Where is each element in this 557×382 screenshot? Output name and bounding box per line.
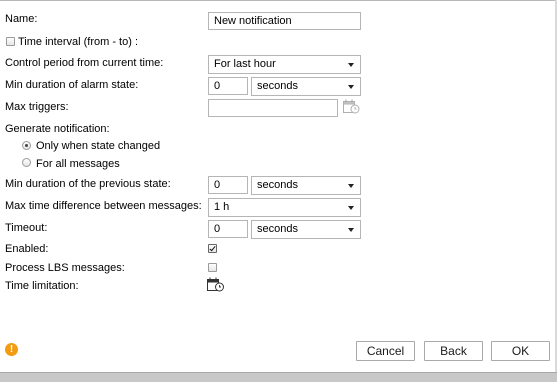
- min-duration-alarm-unit-select[interactable]: seconds: [251, 77, 361, 96]
- max-triggers-input[interactable]: [208, 99, 338, 117]
- max-time-diff-label: Max time difference between messages:: [5, 200, 202, 212]
- process-lbs-checkbox[interactable]: [208, 263, 217, 272]
- chevron-down-icon: [348, 184, 354, 188]
- background-window-strip: [0, 372, 557, 382]
- warning-icon[interactable]: !: [5, 343, 18, 356]
- radio-only-changed[interactable]: [22, 141, 31, 150]
- min-duration-prev-unit-value: seconds: [257, 179, 298, 191]
- timeout-label: Timeout:: [5, 222, 48, 234]
- top-border: [0, 0, 557, 1]
- cancel-button[interactable]: Cancel: [356, 341, 415, 361]
- control-period-label: Control period from current time:: [5, 57, 164, 69]
- chevron-down-icon: [348, 206, 354, 210]
- min-duration-prev-unit-select[interactable]: seconds: [251, 176, 361, 195]
- max-time-diff-select[interactable]: 1 h: [208, 198, 361, 217]
- timeout-input[interactable]: [208, 220, 248, 238]
- chevron-down-icon: [348, 85, 354, 89]
- ok-button[interactable]: OK: [491, 341, 550, 361]
- min-duration-prev-input[interactable]: [208, 176, 248, 194]
- time-interval-checkbox[interactable]: [6, 37, 15, 46]
- name-label: Name:: [5, 13, 38, 25]
- radio-all-messages[interactable]: [22, 158, 31, 167]
- enabled-label: Enabled:: [5, 243, 49, 255]
- max-time-diff-value: 1 h: [214, 201, 230, 213]
- min-duration-alarm-input[interactable]: [208, 77, 248, 95]
- radio-all-messages-label: For all messages: [36, 158, 120, 170]
- timeout-unit-value: seconds: [257, 223, 298, 235]
- back-button[interactable]: Back: [424, 341, 483, 361]
- control-period-value: For last hour: [214, 58, 276, 70]
- max-triggers-label: Max triggers:: [5, 101, 69, 113]
- min-duration-alarm-label: Min duration of alarm state:: [5, 79, 139, 91]
- min-duration-alarm-unit-value: seconds: [257, 80, 298, 92]
- chevron-down-icon: [348, 228, 354, 232]
- enabled-checkbox[interactable]: [208, 244, 217, 253]
- time-interval-label: Time interval (from - to) :: [18, 36, 138, 48]
- schedule-icon[interactable]: [343, 99, 360, 114]
- timeout-unit-select[interactable]: seconds: [251, 220, 361, 239]
- control-period-select[interactable]: For last hour: [208, 55, 361, 74]
- calendar-clock-icon[interactable]: [207, 277, 225, 292]
- time-limitation-label: Time limitation:: [5, 280, 79, 292]
- generate-notification-label: Generate notification:: [5, 123, 110, 135]
- process-lbs-label: Process LBS messages:: [5, 262, 125, 274]
- chevron-down-icon: [348, 63, 354, 67]
- name-input[interactable]: [208, 12, 361, 30]
- radio-only-changed-label: Only when state changed: [36, 140, 161, 152]
- min-duration-prev-label: Min duration of the previous state:: [5, 178, 171, 190]
